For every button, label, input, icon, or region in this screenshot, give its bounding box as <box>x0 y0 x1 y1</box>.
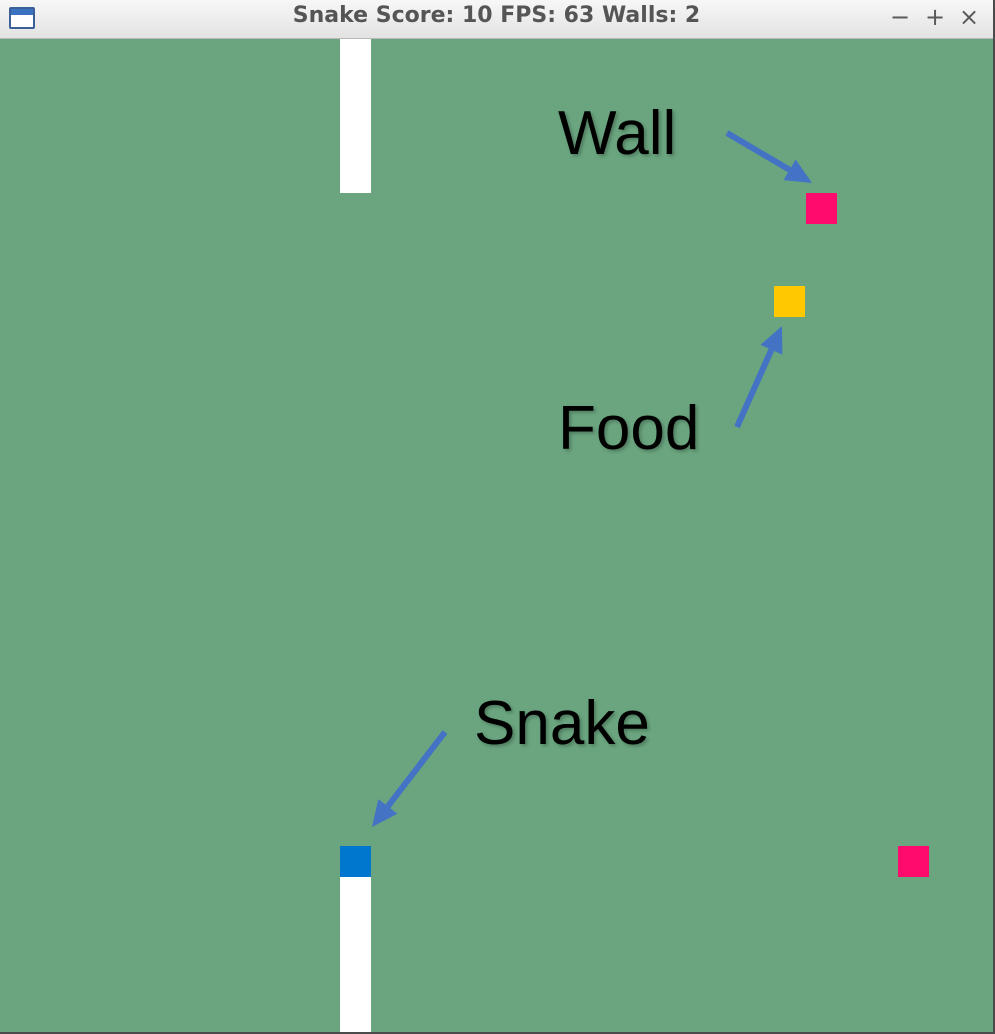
wall-arrow-head <box>783 159 812 183</box>
minimize-button[interactable]: − <box>886 2 914 32</box>
title-bar[interactable]: Snake Score: 10 FPS: 63 Walls: 2 − + × <box>0 0 993 39</box>
snake-body-segment-bottom <box>340 877 371 1032</box>
food-arrow-head <box>760 326 783 355</box>
snake-arrow-head <box>372 799 398 827</box>
snake-head <box>340 846 371 877</box>
snake-annotation-label: Snake <box>474 689 650 758</box>
wall-annotation-label: Wall <box>558 99 677 168</box>
snake-arrow <box>385 730 448 809</box>
annotation-arrows <box>372 130 812 827</box>
window-title: Snake Score: 10 FPS: 63 Walls: 2 <box>292 3 701 28</box>
wall-block <box>806 193 837 224</box>
food-arrow <box>734 348 775 429</box>
snake-body-segment-top <box>340 39 371 193</box>
maximize-button[interactable]: + <box>921 2 949 32</box>
wall-block <box>898 846 929 877</box>
food-block <box>774 286 805 317</box>
game-window: Snake Score: 10 FPS: 63 Walls: 2 − + × W… <box>0 0 995 1034</box>
close-button[interactable]: × <box>955 2 983 32</box>
wall-arrow <box>725 130 792 173</box>
food-annotation-label: Food <box>558 394 700 463</box>
